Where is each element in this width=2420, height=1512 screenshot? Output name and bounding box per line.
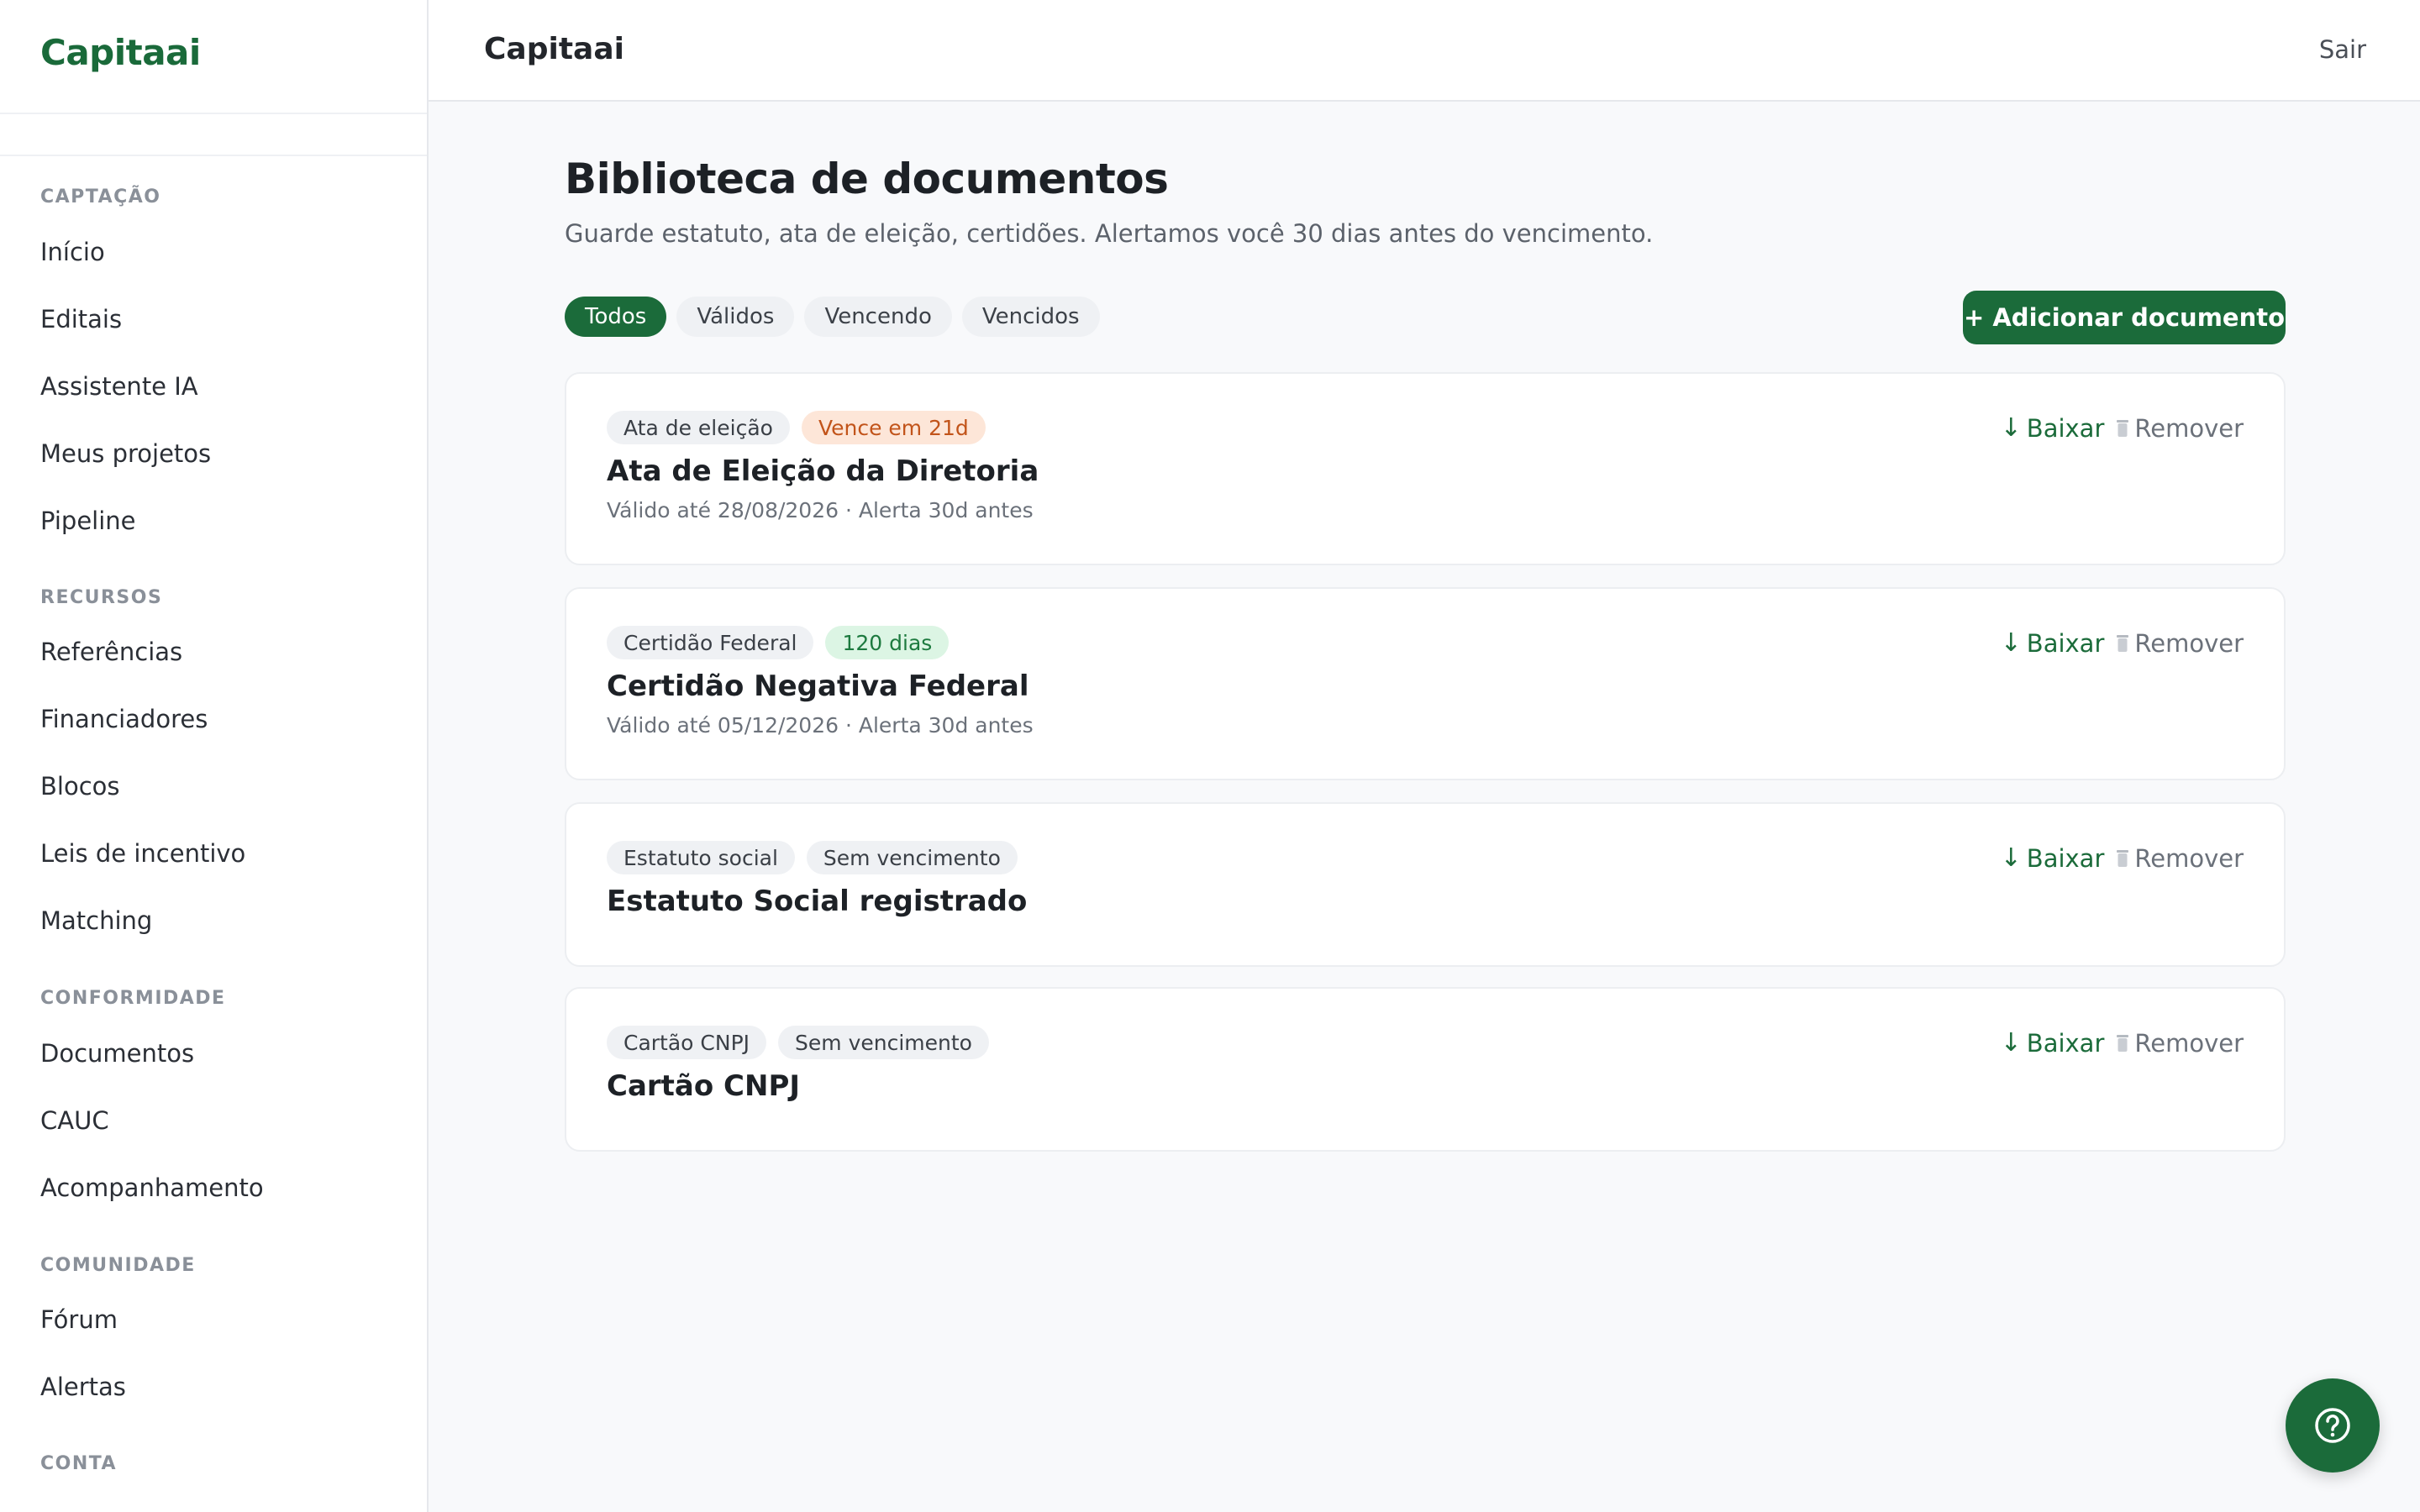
document-title: Cartão CNPJ [607,1069,801,1103]
nav-section-conta: CONTA [40,1453,118,1474]
remove-button[interactable]: Remover [2116,844,2244,873]
arrow-down-icon: ↓ [2000,628,2022,658]
document-meta: Válido até 05/12/2026 · Alerta 30d antes [607,713,1034,738]
sidebar-item-meus-projetos[interactable]: Meus projetos [40,439,211,468]
status-badge: Sem vencimento [778,1026,989,1059]
document-title: Ata de Eleição da Diretoria [607,454,1039,488]
nav-section-comunidade: COMUNIDADE [40,1255,196,1276]
status-badge: 120 dias [825,626,950,659]
download-label: Baixar [2026,844,2105,873]
sidebar-item-alertas[interactable]: Alertas [40,1373,126,1401]
arrow-down-icon: ↓ [2000,413,2022,443]
remove-button[interactable]: Remover [2116,1029,2244,1058]
sidebar-item-forum[interactable]: Fórum [40,1305,118,1334]
add-document-button[interactable]: + Adicionar documento [1963,291,2286,344]
sidebar-item-financiadores[interactable]: Financiadores [40,705,208,733]
filter-validos[interactable]: Válidos [676,297,795,337]
nav-section-conformidade: CONFORMIDADE [40,988,226,1009]
filter-vencidos[interactable]: Vencidos [961,297,1100,337]
document-type-badge: Cartão CNPJ [607,1026,767,1059]
document-card: Certidão Federal 120 dias Certidão Negat… [565,587,2286,780]
help-button[interactable] [2286,1378,2380,1473]
trash-icon [2116,418,2129,438]
download-button[interactable]: ↓ Baixar [2001,844,2105,873]
document-card: Estatuto social Sem vencimento Estatuto … [565,802,2286,967]
sidebar-item-pipeline[interactable]: Pipeline [40,507,136,535]
remove-button[interactable]: Remover [2116,414,2244,443]
sidebar-item-assistente-ia[interactable]: Assistente IA [40,372,198,401]
document-card: Cartão CNPJ Sem vencimento Cartão CNPJ ↓… [565,987,2286,1152]
download-label: Baixar [2026,629,2105,658]
download-label: Baixar [2026,1029,2105,1058]
download-label: Baixar [2026,414,2105,443]
trash-icon [2116,848,2129,869]
remove-label: Remover [2134,414,2244,443]
sidebar-item-leis-de-incentivo[interactable]: Leis de incentivo [40,839,245,868]
divider [0,113,427,114]
document-card: Ata de eleição Vence em 21d Ata de Eleiç… [565,372,2286,565]
sidebar-item-blocos[interactable]: Blocos [40,772,120,801]
document-title: Estatuto Social registrado [607,885,1028,918]
download-button[interactable]: ↓ Baixar [2001,1029,2105,1058]
nav-section-captacao: CAPTAÇÃO [40,186,161,207]
page-title: Biblioteca de documentos [565,155,1169,203]
filter-vencendo[interactable]: Vencendo [804,297,952,337]
nav-section-recursos: RECURSOS [40,587,163,608]
brand-logo[interactable]: Capitaai [40,32,201,73]
trash-icon [2116,1033,2129,1053]
status-badge: Sem vencimento [806,841,1018,874]
remove-label: Remover [2134,629,2244,658]
filter-todos[interactable]: Todos [565,297,667,337]
document-title: Certidão Negativa Federal [607,669,1029,703]
sidebar-item-matching[interactable]: Matching [40,906,152,935]
status-badge: Vence em 21d [801,411,986,444]
sidebar-item-editais[interactable]: Editais [40,305,122,333]
sidebar-item-inicio[interactable]: Início [40,238,105,266]
question-circle-icon [2315,1408,2350,1443]
filter-chips: Todos Válidos Vencendo Vencidos [565,297,1100,337]
arrow-down-icon: ↓ [2000,1028,2022,1058]
sidebar-item-cauc[interactable]: CAUC [40,1106,109,1135]
remove-button[interactable]: Remover [2116,629,2244,658]
sidebar: Capitaai CAPTAÇÃO Início Editais Assiste… [0,0,429,1512]
document-meta: Válido até 28/08/2026 · Alerta 30d antes [607,498,1034,522]
remove-label: Remover [2134,844,2244,873]
download-button[interactable]: ↓ Baixar [2001,629,2105,658]
trash-icon [2116,633,2129,654]
page-subtitle: Guarde estatuto, ata de eleição, certidõ… [565,219,1654,248]
document-type-badge: Certidão Federal [607,626,814,659]
top-bar: Capitaai Sair [429,0,2420,102]
document-type-badge: Ata de eleição [607,411,790,444]
app-title: Capitaai [484,32,624,66]
sidebar-item-documentos[interactable]: Documentos [40,1039,194,1068]
divider [0,155,427,156]
remove-label: Remover [2134,1029,2244,1058]
document-type-badge: Estatuto social [607,841,795,874]
sidebar-item-acompanhamento[interactable]: Acompanhamento [40,1173,264,1202]
download-button[interactable]: ↓ Baixar [2001,414,2105,443]
sidebar-item-referencias[interactable]: Referências [40,638,182,666]
logout-link[interactable]: Sair [2319,35,2366,64]
arrow-down-icon: ↓ [2000,843,2022,873]
